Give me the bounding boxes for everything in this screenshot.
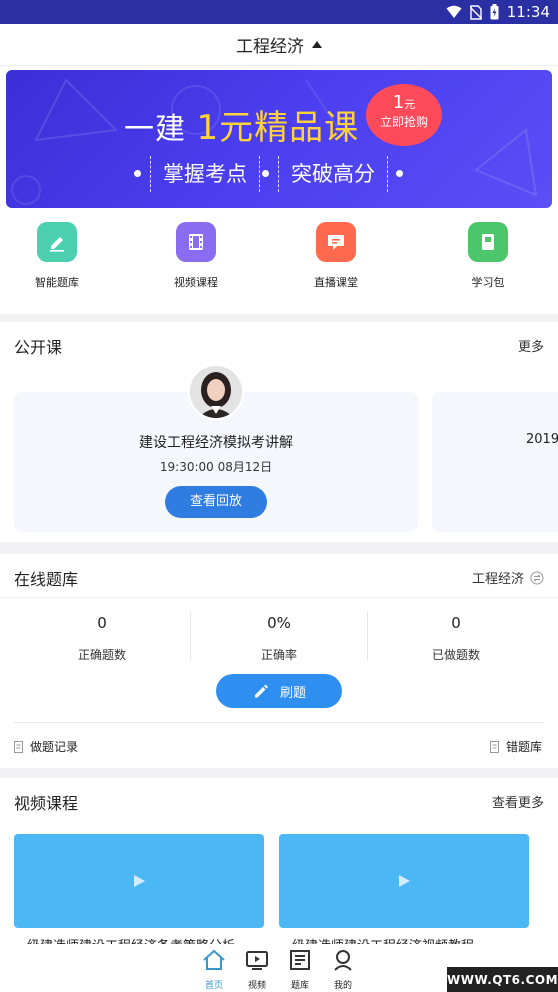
nav-video-course[interactable]: 视频课程 — [146, 222, 246, 290]
bullet-dot — [134, 170, 141, 177]
headline-prefix: 一建 — [124, 112, 186, 147]
course-title: 建设工程经济模拟考讲解 — [139, 435, 293, 451]
tab-label: 首页 — [204, 981, 223, 991]
edit-icon — [37, 222, 77, 262]
stat-value: 0 — [451, 614, 461, 632]
nav-study-pack[interactable]: 学习包 — [438, 222, 538, 290]
book-icon — [468, 222, 508, 262]
link-label: 做题记录 — [30, 740, 79, 754]
tab-label: 题库 — [290, 981, 309, 991]
caret-up-icon — [312, 41, 322, 48]
film-icon — [176, 222, 216, 262]
pencil-icon — [254, 684, 268, 698]
badge-amount: 1 — [392, 92, 405, 113]
wifi-icon — [446, 5, 462, 18]
nav-label: 智能题库 — [35, 276, 79, 289]
banner-tag-2: 突破高分 — [278, 156, 388, 192]
stat-done-count: 0 已做题数 — [368, 614, 544, 663]
play-icon — [399, 875, 410, 887]
buy-now-badge[interactable]: 1元 立即抢购 — [366, 84, 442, 146]
view-more-link[interactable]: 查看更多 — [492, 792, 544, 811]
nav-label: 直播课堂 — [314, 276, 358, 289]
stat-correct-count: 0 正确题数 — [14, 614, 190, 663]
practice-button[interactable]: 刷题 — [216, 674, 342, 708]
subject-filter[interactable]: 工程经济 — [472, 568, 544, 587]
teacher-avatar — [188, 364, 244, 420]
promo-banner[interactable]: 一建 1元精品课 1元 立即抢购 掌握考点 突破高分 — [6, 70, 552, 208]
video-thumbnail[interactable] — [279, 834, 529, 928]
tab-label: 我的 — [333, 981, 352, 991]
tab-profile[interactable]: 我的 — [323, 948, 363, 991]
section-title: 在线题库 — [14, 570, 79, 589]
link-label: 错题库 — [506, 740, 543, 754]
page-title: 工程经济 — [236, 37, 304, 57]
question-bank-section: 在线题库 工程经济 0 正确题数 0% 正确率 0 已做题数 刷题 做题记录 错… — [0, 554, 558, 768]
badge-text: 立即抢购 — [379, 115, 428, 129]
tab-home[interactable]: 首页 — [194, 948, 234, 991]
view-replay-button[interactable]: 查看回放 — [165, 486, 267, 518]
section-title: 视频课程 — [14, 794, 79, 813]
bullet-dot — [262, 170, 269, 177]
stat-label: 正确题数 — [77, 648, 126, 662]
nav-live-class[interactable]: 直播课堂 — [286, 222, 386, 290]
public-course-card-next[interactable]: 2019 — [432, 392, 558, 532]
bullet-dot — [396, 170, 403, 177]
switch-icon — [530, 571, 544, 584]
tab-video[interactable]: 视频 — [237, 948, 277, 991]
badge-unit: 元 — [404, 98, 416, 111]
stat-value: 0 — [97, 614, 107, 632]
video-course-section: 视频课程 查看更多 一级建造师建设工程经济备考策略分析 一级建造师建设工程经济视… — [0, 778, 558, 944]
tab-label: 视频 — [247, 981, 266, 991]
headline-highlight: 1元精品课 — [196, 108, 360, 148]
watermark: WWW.QT6.COM — [447, 967, 558, 992]
banner-area: 一建 1元精品课 1元 立即抢购 掌握考点 突破高分 — [0, 66, 558, 212]
banner-tag-1: 掌握考点 — [150, 156, 260, 192]
tab-question-bank[interactable]: 题库 — [280, 948, 320, 991]
divider — [14, 722, 544, 723]
nav-smart-question-bank[interactable]: 智能题库 — [7, 222, 107, 290]
profile-icon — [330, 948, 356, 972]
course-time: 19:30:00 08月12日 — [159, 460, 273, 474]
section-title: 公开课 — [14, 338, 63, 357]
next-card-title: 2019 — [526, 432, 558, 447]
tv-icon — [244, 948, 270, 972]
stat-label: 已做题数 — [431, 648, 480, 662]
question-bank-icon — [287, 948, 313, 972]
no-sim-icon — [469, 4, 482, 20]
stat-value: 0% — [267, 614, 291, 632]
battery-icon — [490, 4, 499, 20]
divider — [0, 597, 558, 598]
home-screen: 11:34 工程经济 一建 1元精品课 1元 立即抢购 掌握考点 突破高分 智能… — [0, 0, 558, 992]
video-thumbnail[interactable] — [14, 834, 264, 928]
banner-headline: 一建 1元精品课 — [124, 100, 359, 149]
practice-label: 刷题 — [279, 685, 306, 701]
more-link[interactable]: 更多 — [518, 336, 544, 355]
live-chat-icon — [316, 222, 356, 262]
subject-selector[interactable]: 工程经济 — [0, 24, 558, 66]
nav-label: 学习包 — [471, 276, 505, 289]
wrong-questions-link[interactable]: 错题库 — [490, 738, 542, 755]
wrong-book-icon — [490, 740, 499, 753]
nav-label: 视频课程 — [174, 276, 218, 289]
practice-record-link[interactable]: 做题记录 — [14, 738, 78, 755]
play-icon — [134, 875, 145, 887]
stat-label: 正确率 — [260, 648, 297, 662]
clock: 11:34 — [506, 3, 550, 21]
public-course-section: 公开课 更多 建设工程经济模拟考讲解 19:30:00 08月12日 查看回放 … — [0, 322, 558, 542]
stat-accuracy: 0% 正确率 — [191, 614, 367, 663]
home-icon — [201, 948, 227, 972]
status-bar: 11:34 — [0, 0, 558, 24]
quick-nav: 智能题库 视频课程 直播课堂 学习包 — [0, 212, 558, 314]
video-title[interactable]: 一级建造师建设工程经济视频教程 — [279, 936, 539, 944]
video-title[interactable]: 一级建造师建设工程经济备考策略分析 — [14, 936, 274, 944]
filter-label: 工程经济 — [471, 572, 524, 587]
record-icon — [14, 740, 23, 753]
